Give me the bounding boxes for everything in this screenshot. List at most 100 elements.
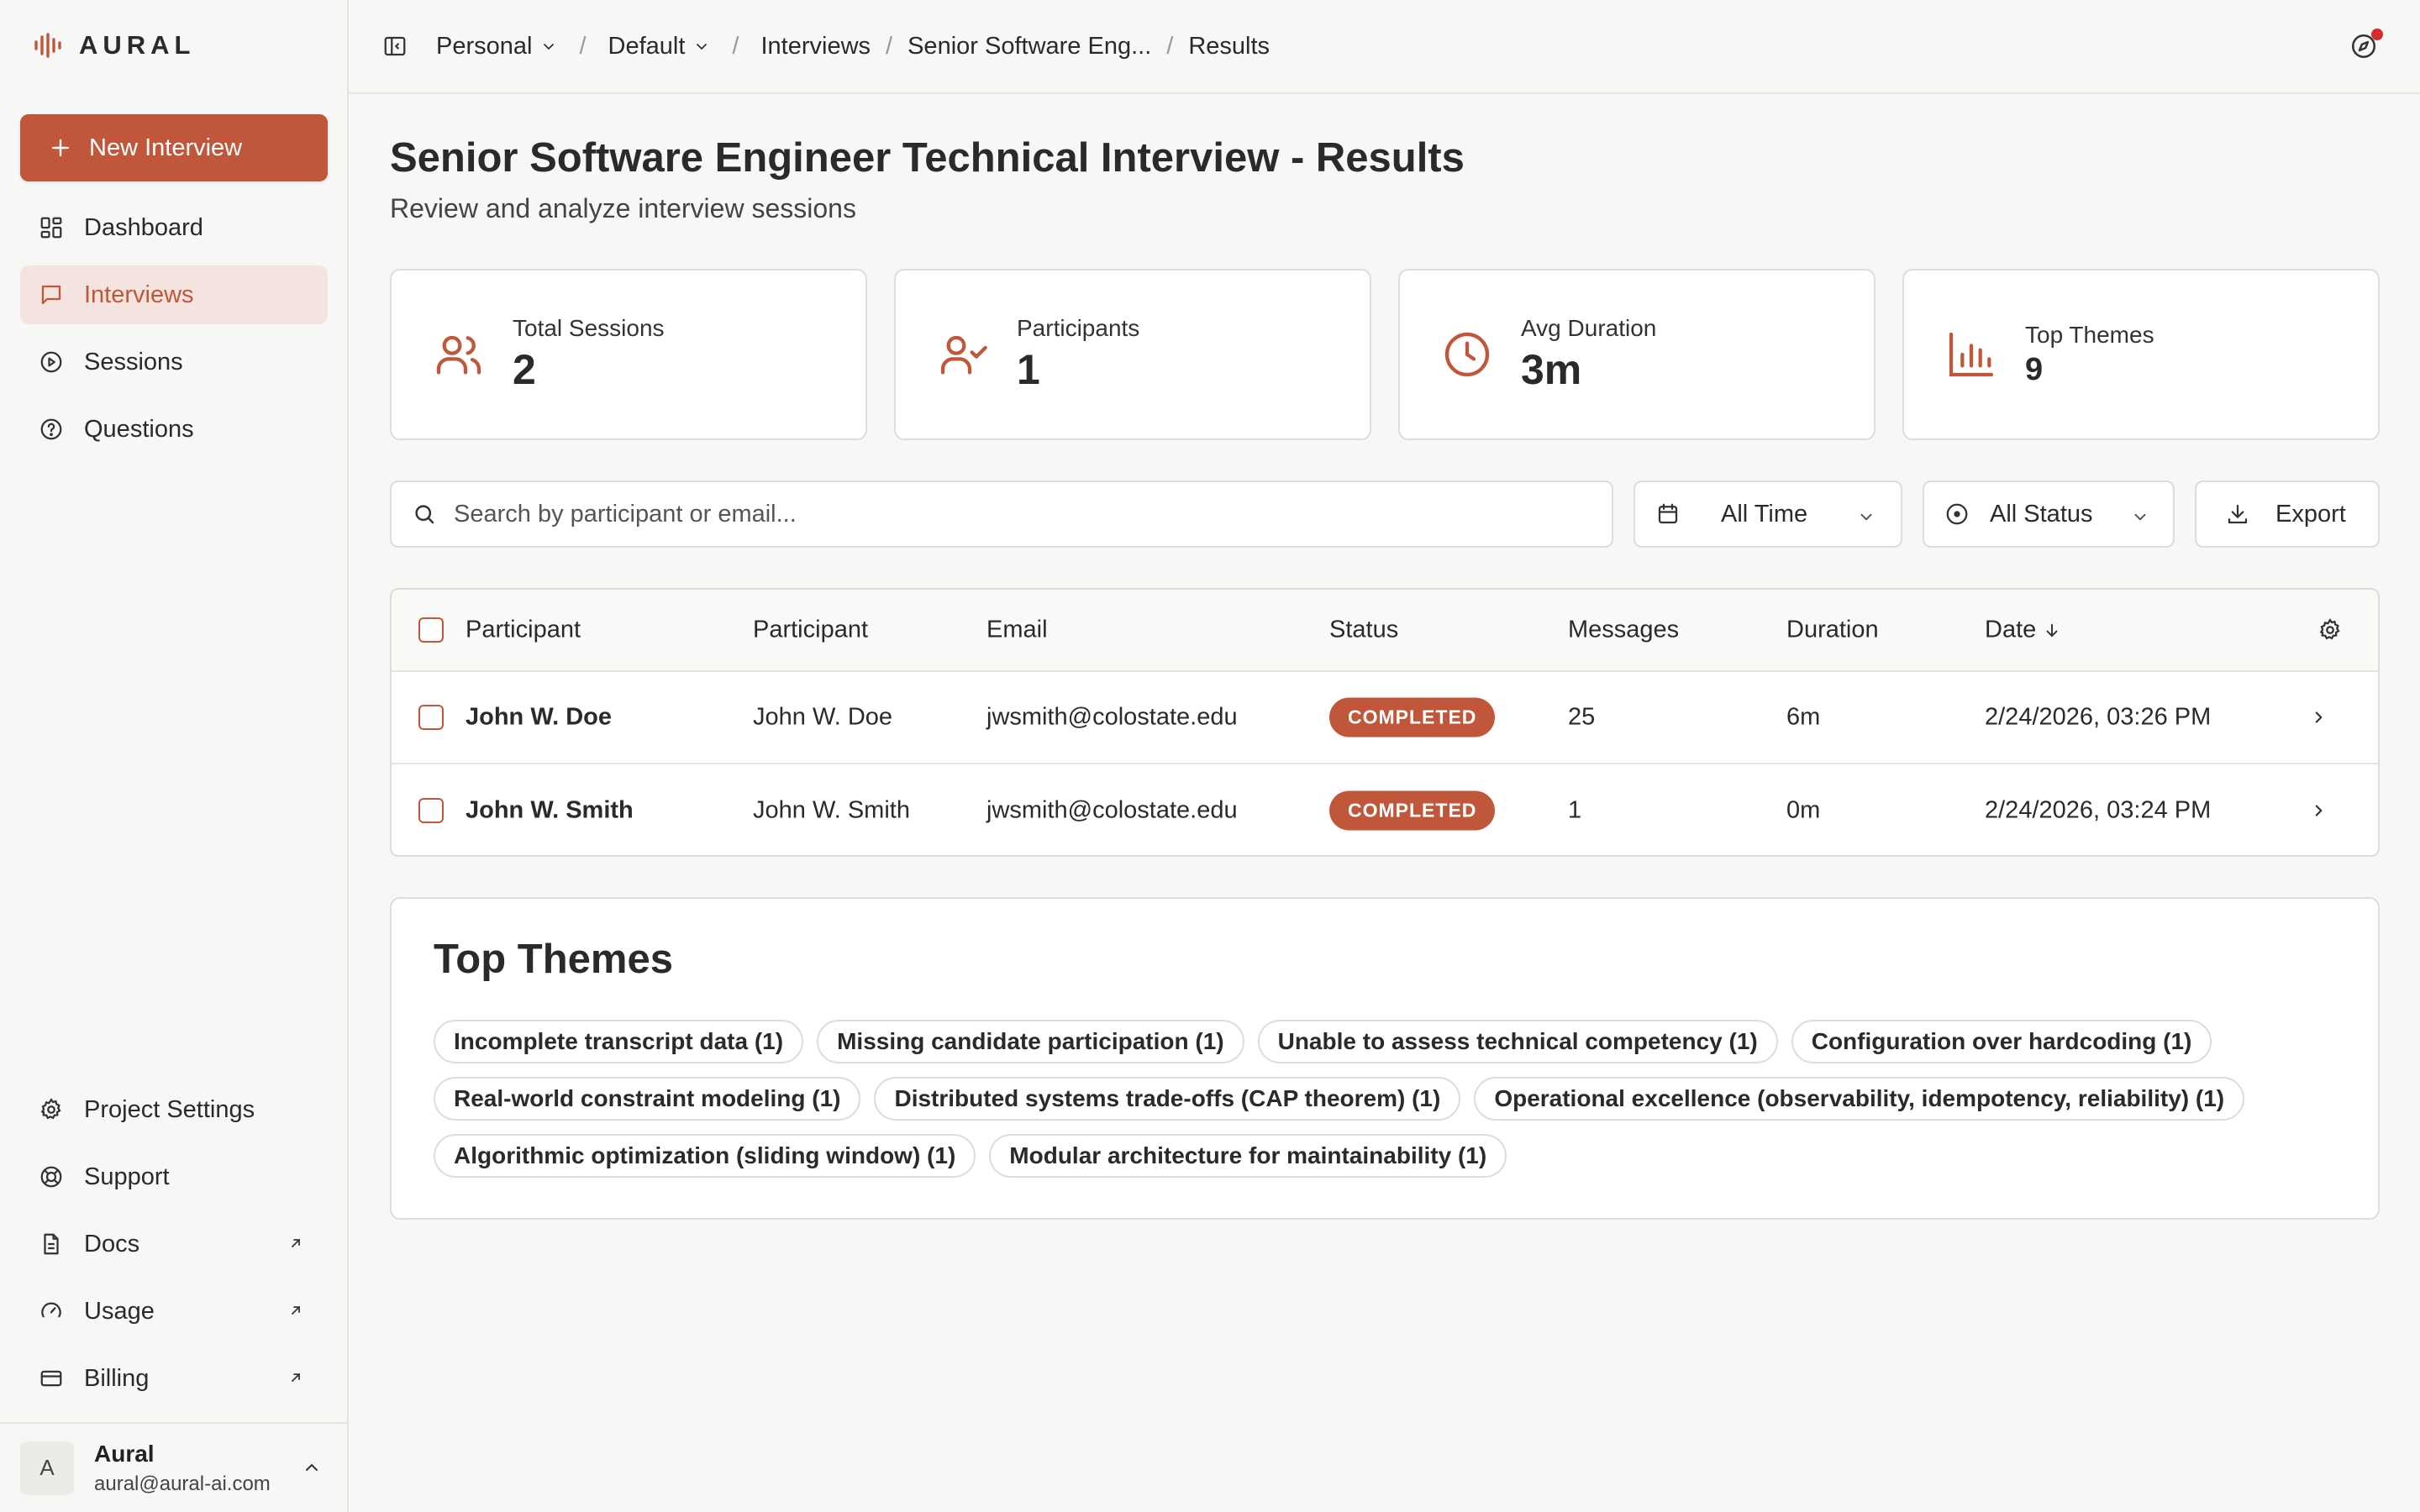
- gauge-icon: [39, 1299, 64, 1324]
- chevron-down-icon: [2131, 507, 2149, 526]
- export-button[interactable]: Export: [2195, 480, 2380, 548]
- breadcrumb-workspace-label: Personal: [436, 32, 533, 60]
- breadcrumb-project-label: Default: [608, 32, 686, 60]
- user-info: Aural aural@aural-ai.com: [94, 1441, 271, 1496]
- sidebar-item-billing[interactable]: Billing: [20, 1349, 328, 1408]
- document-icon: [39, 1231, 64, 1257]
- theme-chip[interactable]: Incomplete transcript data (1): [434, 1020, 804, 1063]
- row-checkbox[interactable]: [418, 705, 444, 730]
- calendar-icon: [1655, 501, 1681, 527]
- breadcrumb-project[interactable]: Default: [608, 33, 711, 60]
- compass-button[interactable]: [2349, 29, 2383, 60]
- column-header-date[interactable]: Date: [1985, 617, 2061, 644]
- theme-chip[interactable]: Algorithmic optimization (sliding window…: [434, 1134, 976, 1178]
- status-badge: COMPLETED: [1329, 790, 1496, 831]
- play-circle-icon: [39, 349, 64, 375]
- stat-text: Avg Duration 3m: [1521, 315, 1656, 394]
- theme-chip[interactable]: Unable to assess technical competency (1…: [1257, 1020, 1778, 1063]
- breadcrumb-separator: /: [579, 32, 587, 60]
- breadcrumb-current-page: Results: [1188, 32, 1270, 60]
- external-link-icon: [287, 1235, 304, 1252]
- stat-card-avg-duration: Avg Duration 3m: [1398, 269, 1876, 440]
- sidebar-toggle-icon[interactable]: [382, 34, 408, 59]
- theme-chip[interactable]: Real-world constraint modeling (1): [434, 1077, 861, 1121]
- breadcrumb-interviews[interactable]: Interviews: [760, 33, 871, 60]
- duration-cell: 0m: [1786, 796, 1821, 824]
- select-all-checkbox[interactable]: [418, 617, 444, 643]
- column-header-email[interactable]: Email: [986, 617, 1048, 644]
- table-row[interactable]: John W. Smith John W. Smith jwsmith@colo…: [392, 764, 2378, 855]
- export-label: Export: [2275, 500, 2346, 528]
- column-header-messages[interactable]: Messages: [1568, 617, 1679, 644]
- sidebar-item-interviews[interactable]: Interviews: [20, 265, 328, 324]
- stat-card-participants: Participants 1: [894, 269, 1371, 440]
- theme-chip[interactable]: Operational excellence (observability, i…: [1474, 1077, 2245, 1121]
- status-value: All Status: [1990, 500, 2093, 528]
- sidebar-item-label: Questions: [84, 415, 194, 443]
- status-dropdown[interactable]: All Status: [1923, 480, 2175, 548]
- users-icon: [432, 328, 486, 381]
- sidebar-item-project-settings[interactable]: Project Settings: [20, 1080, 328, 1139]
- theme-chip[interactable]: Modular architecture for maintainability…: [989, 1134, 1507, 1178]
- duration-cell: 6m: [1786, 703, 1821, 731]
- search-input[interactable]: [454, 500, 1546, 528]
- chevron-up-icon: [302, 1457, 322, 1478]
- column-header-duration[interactable]: Duration: [1786, 617, 1879, 644]
- stat-text: Participants 1: [1017, 315, 1139, 394]
- stat-text: Total Sessions 2: [513, 315, 665, 394]
- chevron-right-icon[interactable]: [2309, 801, 2328, 820]
- theme-chip[interactable]: Configuration over hardcoding (1): [1791, 1020, 2212, 1063]
- column-header-participant[interactable]: Participant: [466, 617, 581, 644]
- sidebar-item-support[interactable]: Support: [20, 1147, 328, 1206]
- theme-chip-list: Incomplete transcript data (1) Missing c…: [434, 1020, 2349, 1178]
- row-checkbox[interactable]: [418, 798, 444, 823]
- stat-value: 1: [1017, 346, 1040, 393]
- help-circle-icon: [39, 417, 64, 442]
- column-settings-button[interactable]: [2317, 617, 2343, 643]
- stat-label: Avg Duration: [1521, 315, 1657, 341]
- user-menu[interactable]: A Aural aural@aural-ai.com: [0, 1422, 349, 1512]
- sidebar-item-label: Docs: [84, 1230, 140, 1257]
- user-check-icon: [936, 328, 990, 381]
- email-cell: jwsmith@colostate.edu: [986, 796, 1238, 824]
- clock-icon: [1440, 328, 1494, 381]
- sessions-table: Participant Participant Email Status Mes…: [390, 588, 2380, 857]
- message-icon: [39, 282, 64, 307]
- theme-chip[interactable]: Missing candidate participation (1): [817, 1020, 1244, 1063]
- sidebar-item-sessions[interactable]: Sessions: [20, 333, 328, 391]
- logo[interactable]: AURAL: [34, 30, 196, 60]
- sidebar-item-label: Dashboard: [84, 213, 203, 241]
- arrow-down-icon: [2043, 621, 2061, 639]
- date-range-dropdown[interactable]: All Time: [1634, 480, 1902, 548]
- chevron-right-icon[interactable]: [2309, 708, 2328, 727]
- status-badge: COMPLETED: [1329, 697, 1496, 738]
- theme-chip[interactable]: Distributed systems trade-offs (CAP theo…: [874, 1077, 1461, 1121]
- breadcrumb: Personal / Default / Interviews / Senior…: [382, 33, 1270, 60]
- messages-cell: 1: [1568, 796, 1582, 824]
- sidebar-item-questions[interactable]: Questions: [20, 400, 328, 459]
- page-subtitle: Review and analyze interview sessions: [390, 193, 856, 223]
- lifebuoy-icon: [39, 1164, 64, 1189]
- table-row[interactable]: John W. Doe John W. Doe jwsmith@colostat…: [392, 672, 2378, 764]
- new-interview-button[interactable]: New Interview: [20, 114, 328, 181]
- dashboard-icon: [39, 215, 64, 240]
- column-header-status[interactable]: Status: [1329, 617, 1398, 644]
- sidebar-bottom-nav: Project Settings Support Docs Usage Bill…: [20, 1080, 328, 1416]
- sidebar-item-docs[interactable]: Docs: [20, 1215, 328, 1273]
- breadcrumb-workspace[interactable]: Personal: [436, 33, 557, 60]
- sidebar-item-dashboard[interactable]: Dashboard: [20, 198, 328, 257]
- sidebar-item-label: Sessions: [84, 348, 183, 375]
- table-header-row: Participant Participant Email Status Mes…: [392, 590, 2378, 672]
- stats-row: Total Sessions 2 Participants 1 Avg Dura…: [390, 269, 2380, 440]
- column-header-participant-name[interactable]: Participant: [753, 617, 868, 644]
- sidebar-item-usage[interactable]: Usage: [20, 1282, 328, 1341]
- participant-cell: John W. Doe: [466, 703, 612, 731]
- filter-toolbar: All Time All Status Export: [390, 480, 2380, 548]
- breadcrumb-interview[interactable]: Senior Software Eng...: [908, 33, 1151, 60]
- chevron-down-icon: [1857, 507, 1876, 526]
- stat-card-total-sessions: Total Sessions 2: [390, 269, 867, 440]
- chevron-down-icon: [540, 38, 557, 55]
- topbar: Personal / Default / Interviews / Senior…: [349, 0, 2420, 94]
- sidebar-item-label: Usage: [84, 1297, 155, 1325]
- stat-label: Top Themes: [2025, 321, 2154, 348]
